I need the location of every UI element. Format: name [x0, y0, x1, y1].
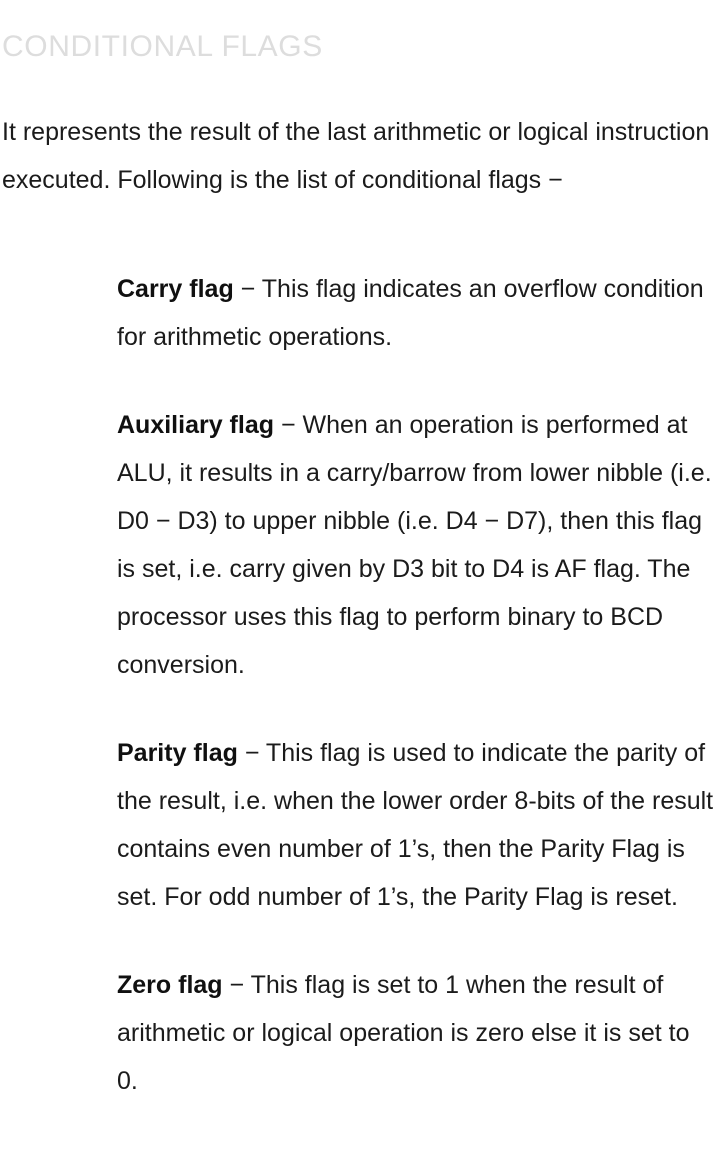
list-item: Zero flag − This flag is set to 1 when t… — [0, 961, 719, 1105]
flag-dash: − — [237, 739, 260, 767]
flag-description: When an operation is performed at ALU, i… — [117, 411, 712, 679]
flag-dash: − — [233, 275, 256, 303]
flag-term: Zero flag — [117, 971, 223, 999]
flag-dash: − — [222, 971, 245, 999]
list-item: Parity flag − This flag is used to indic… — [0, 729, 719, 921]
page-title: CONDITIONAL FLAGS — [2, 30, 323, 63]
list-item: Carry flag − This flag indicates an over… — [0, 265, 719, 361]
flag-term: Auxiliary flag — [117, 411, 274, 439]
intro-paragraph: It represents the result of the last ari… — [2, 118, 710, 194]
flag-list: Carry flag − This flag indicates an over… — [0, 265, 719, 1105]
page-container: CONDITIONAL FLAGS It represents the resu… — [0, 0, 719, 1171]
flag-dash: − — [274, 411, 296, 439]
flag-term: Carry flag — [117, 275, 234, 303]
list-item: Auxiliary flag − When an operation is pe… — [0, 401, 719, 689]
flag-term: Parity flag — [117, 739, 238, 767]
